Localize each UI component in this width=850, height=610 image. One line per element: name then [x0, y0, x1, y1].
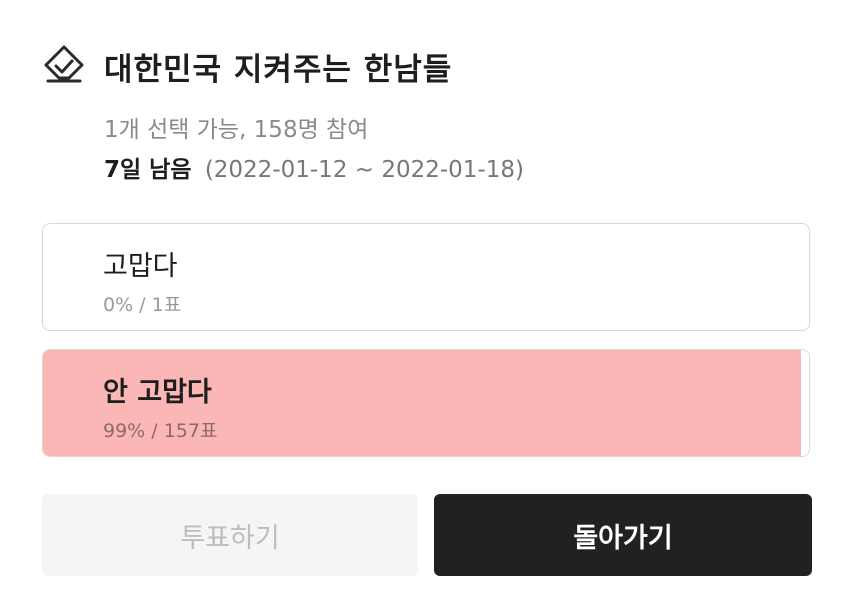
date-range: (2022-01-12 ~ 2022-01-18)	[204, 157, 524, 183]
option-label: 안 고맙다	[103, 377, 212, 408]
poll-option[interactable]: 고맙다 0% / 1표	[42, 223, 810, 331]
poll-title: 대한민국 지켜주는 한남들	[104, 51, 453, 88]
vote-button[interactable]: 투표하기	[42, 494, 418, 576]
remaining-days: 7일 남음	[104, 157, 192, 183]
poll-deadline: 7일 남음 (2022-01-12 ~ 2022-01-18)	[104, 150, 524, 184]
back-button[interactable]: 돌아가기	[434, 494, 812, 576]
option-stat: 0% / 1표	[103, 294, 182, 316]
poll-header: 대한민국 지켜주는 한남들	[40, 42, 452, 90]
poll-option[interactable]: 안 고맙다 99% / 157표	[42, 349, 810, 457]
ballot-check-icon	[44, 45, 84, 83]
option-label: 고맙다	[103, 251, 178, 282]
poll-meta: 1개 선택 가능, 158명 참여	[104, 117, 369, 143]
option-stat: 99% / 157표	[103, 420, 218, 442]
